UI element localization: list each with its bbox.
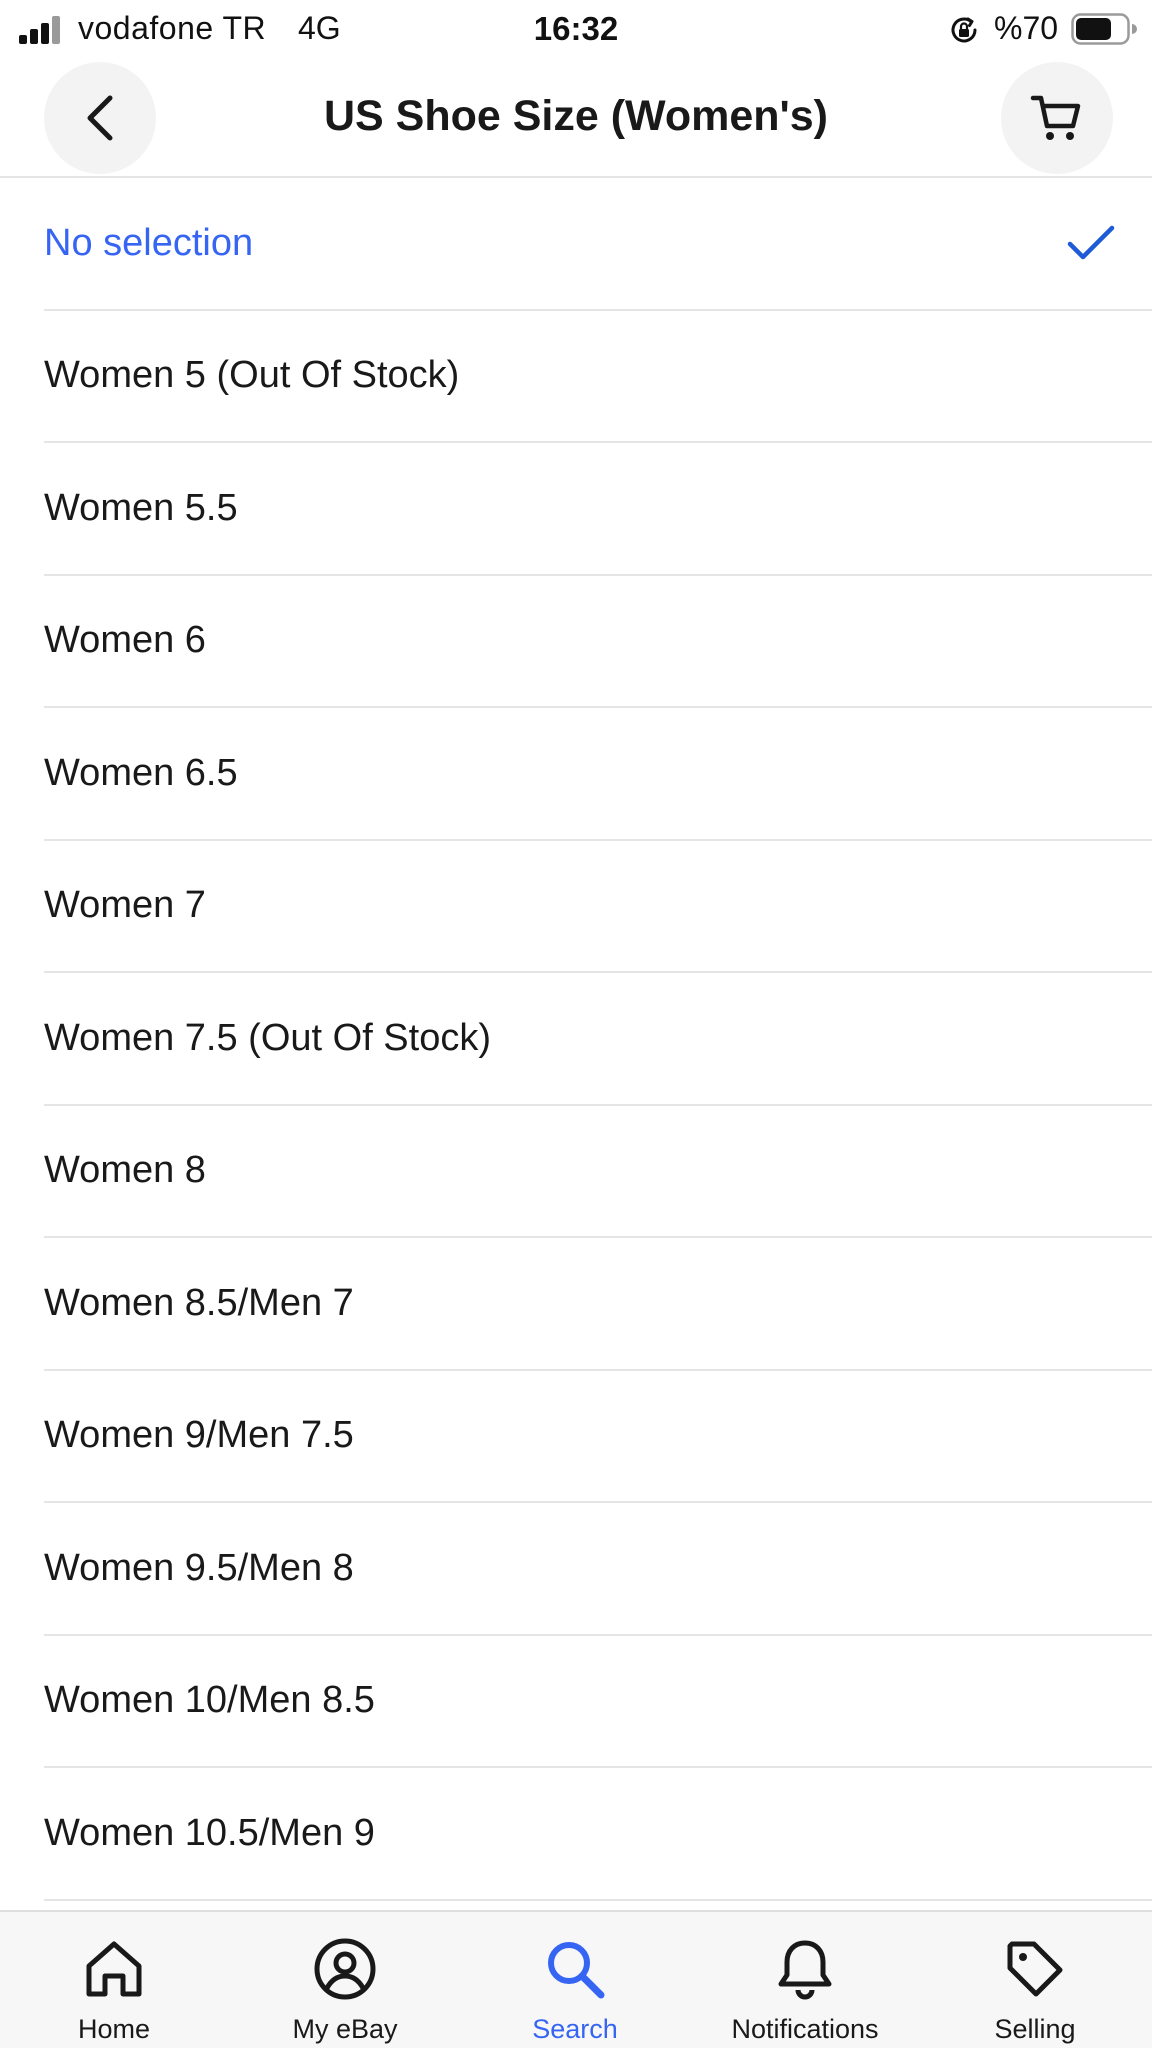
nav-home[interactable]: Home [14, 1912, 214, 2048]
size-option-label: No selection [44, 221, 254, 264]
nav-label: Notifications [731, 2014, 879, 2044]
page-title: US Shoe Size (Women's) [323, 92, 828, 140]
size-option[interactable]: No selection [44, 178, 1152, 311]
size-option[interactable]: Women 8 [44, 1106, 1152, 1238]
battery-icon [1071, 13, 1137, 45]
checkmark-icon [1067, 225, 1115, 260]
size-option-label: Women 10/Men 8.5 [44, 1679, 375, 1722]
size-option-label: Women 10.5/Men 9 [44, 1811, 375, 1854]
size-option[interactable]: Women 6.5 [44, 708, 1152, 841]
nav-label: Search [532, 2014, 618, 2044]
size-option-label: Women 6.5 [44, 751, 238, 794]
cart-button[interactable] [1001, 62, 1113, 174]
nav-label: Home [77, 2014, 151, 2044]
search-icon [542, 1936, 608, 2002]
size-option-label: Women 8 [44, 1149, 206, 1192]
nav-label: My eBay [292, 2014, 398, 2044]
header-bar: US Shoe Size (Women's) [0, 58, 1152, 178]
bottom-navigation: Home My eBay Search Notifications Selling [0, 1910, 1152, 2048]
size-option-label: Women 8.5/Men 7 [44, 1281, 354, 1324]
size-options-list: No selection Women 5 (Out Of Stock) Women … [0, 178, 1152, 1901]
size-option[interactable]: Women 9/Men 7.5 [44, 1371, 1152, 1503]
nav-my-ebay[interactable]: My eBay [245, 1912, 445, 2048]
nav-search[interactable]: Search [475, 1912, 675, 2048]
size-option-label: Women 9.5/Men 8 [44, 1546, 354, 1589]
size-option-label: Women 7 [44, 884, 206, 927]
size-option[interactable]: Women 5 (Out Of Stock) [44, 311, 1152, 443]
nav-selling[interactable]: Selling [935, 1912, 1135, 2048]
size-option-label: Women 5.5 [44, 486, 238, 529]
size-option[interactable]: Women 10/Men 8.5 [44, 1636, 1152, 1768]
size-option-label: Women 5 (Out Of Stock) [44, 354, 460, 397]
size-option[interactable]: Women 7 [44, 841, 1152, 973]
cart-icon [1030, 95, 1081, 140]
size-option[interactable]: Women 8.5/Men 7 [44, 1238, 1152, 1371]
tag-icon [1002, 1936, 1068, 2002]
user-circle-icon [312, 1936, 378, 2002]
size-option-label: Women 6 [44, 619, 206, 662]
status-bar: vodafone TR 4G 16:32 %70 [0, 0, 1152, 58]
nav-notifications[interactable]: Notifications [705, 1912, 905, 2048]
bell-icon [772, 1936, 838, 2002]
home-icon [81, 1936, 147, 2002]
size-option-label: Women 7.5 (Out Of Stock) [44, 1016, 492, 1059]
size-option[interactable]: Women 10.5/Men 9 [44, 1768, 1152, 1901]
size-option[interactable]: Women 9.5/Men 8 [44, 1503, 1152, 1636]
battery-percent: %70 [994, 10, 1059, 46]
size-option-label: Women 9/Men 7.5 [44, 1414, 354, 1457]
size-option[interactable]: Women 7.5 (Out Of Stock) [44, 973, 1152, 1106]
size-option[interactable]: Women 5.5 [44, 443, 1152, 576]
nav-label: Selling [994, 2014, 1076, 2044]
orientation-lock-icon [951, 17, 977, 43]
size-option[interactable]: Women 6 [44, 576, 1152, 708]
